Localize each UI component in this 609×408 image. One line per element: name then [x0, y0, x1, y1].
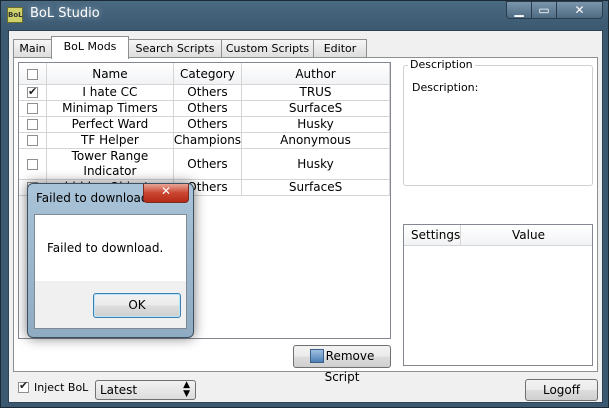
cell-name: I hate CC — [46, 84, 174, 101]
window-title: BoL Studio — [30, 6, 100, 21]
tab-custom-scripts[interactable]: Custom Scripts — [221, 39, 314, 58]
cell-category: Others — [173, 100, 243, 117]
header-name[interactable]: Name — [46, 63, 174, 85]
row-checkbox[interactable] — [26, 119, 38, 130]
dialog-ok-button[interactable]: OK — [93, 293, 181, 318]
settings-grid[interactable]: Settings Value — [403, 224, 593, 366]
cell-author: Anonymous — [241, 132, 390, 149]
maximize-button[interactable]: ▭ — [531, 1, 557, 19]
description-label: Description: — [412, 81, 479, 94]
bottom-bar: Inject BoL Latest ▲▼ Logoff — [9, 375, 602, 403]
cell-name: Tower Range Indicator — [46, 148, 174, 180]
dialog-close-button[interactable]: ✕ — [143, 184, 189, 203]
cell-name: Minimap Timers — [46, 100, 174, 117]
description-group: Description Description: — [403, 58, 593, 186]
select-all-checkbox[interactable] — [26, 68, 38, 80]
maximize-icon: ▭ — [538, 3, 550, 17]
updown-arrows-icon: ▲ ▼ — [183, 380, 190, 399]
header-select-all[interactable] — [19, 63, 47, 85]
description-legend: Description — [408, 58, 475, 71]
table-row[interactable]: TF Helper Champions Anonymous — [19, 132, 390, 149]
cell-name: TF Helper — [46, 132, 174, 149]
cell-author: SurfaceS — [241, 179, 390, 196]
row-checkbox[interactable] — [26, 158, 38, 170]
settings-column-divider — [460, 225, 461, 245]
cell-category: Others — [173, 116, 243, 133]
app-logo-icon: BoL — [7, 7, 23, 23]
cell-category: Champions — [173, 132, 243, 149]
table-row[interactable]: Minimap Timers Others SurfaceS — [19, 100, 390, 117]
cell-author: SurfaceS — [241, 100, 390, 117]
mods-table-body: I hate CCOthersTRUSMinimap TimersOthersS… — [19, 84, 390, 196]
tab-main[interactable]: Main — [13, 39, 52, 58]
table-row[interactable]: I hate CCOthersTRUS — [19, 84, 390, 101]
remove-script-button[interactable]: Remove Script — [293, 345, 391, 384]
cell-author: TRUS — [241, 84, 390, 101]
row-checkbox-cell[interactable] — [19, 148, 47, 180]
tab-search-scripts[interactable]: Search Scripts — [128, 39, 222, 58]
mods-table: Name Category Author I hate CCOthersTRUS… — [19, 63, 390, 196]
cell-name: Perfect Ward — [46, 116, 174, 133]
row-checkbox[interactable] — [26, 103, 38, 114]
table-header: Name Category Author — [19, 63, 390, 85]
table-row[interactable]: Perfect Ward Others Husky — [19, 116, 390, 133]
title-bar[interactable]: BoL BoL Studio ▁ ▭ ✕ — [1, 1, 608, 29]
dialog-message: Failed to download. — [47, 241, 164, 255]
version-select[interactable]: Latest ▲ ▼ — [95, 380, 196, 400]
settings-header: Settings Value — [404, 225, 592, 246]
logoff-button[interactable]: Logoff — [525, 379, 598, 401]
cell-category: Others — [173, 84, 243, 101]
settings-column-value[interactable]: Value — [512, 228, 545, 242]
row-checkbox-cell[interactable] — [19, 84, 47, 101]
cell-author: Husky — [241, 148, 390, 180]
script-icon — [309, 349, 324, 363]
version-select-value: Latest — [100, 383, 138, 397]
row-checkbox[interactable] — [26, 135, 38, 146]
tab-editor[interactable]: Editor — [313, 39, 367, 58]
inject-bol-checkbox[interactable] — [18, 379, 29, 393]
minimize-icon: ▁ — [514, 3, 524, 17]
row-checkbox[interactable] — [26, 84, 38, 99]
error-dialog: Failed to download. ✕ Failed to download… — [27, 183, 194, 338]
close-button[interactable]: ✕ — [556, 1, 603, 19]
close-icon: ✕ — [574, 3, 585, 17]
inject-bol-label[interactable]: Inject BoL — [34, 381, 88, 394]
settings-column-settings[interactable]: Settings — [411, 228, 460, 242]
row-checkbox-cell[interactable] — [19, 132, 47, 149]
cell-author: Husky — [241, 116, 390, 133]
cell-category: Others — [173, 148, 243, 180]
row-checkbox-cell[interactable] — [19, 100, 47, 117]
dialog-message-area: Failed to download. — [35, 215, 186, 281]
header-category[interactable]: Category — [173, 63, 243, 85]
table-row[interactable]: Tower Range Indicator Others Husky — [19, 148, 390, 180]
header-author[interactable]: Author — [241, 63, 390, 85]
dialog-body: Failed to download. OK — [34, 214, 187, 329]
tab-bol-mods[interactable]: BoL Mods — [51, 36, 129, 59]
dialog-title: Failed to download. — [36, 191, 153, 205]
row-checkbox-cell[interactable] — [19, 116, 47, 133]
close-icon: ✕ — [160, 184, 172, 198]
minimize-button[interactable]: ▁ — [506, 1, 532, 19]
